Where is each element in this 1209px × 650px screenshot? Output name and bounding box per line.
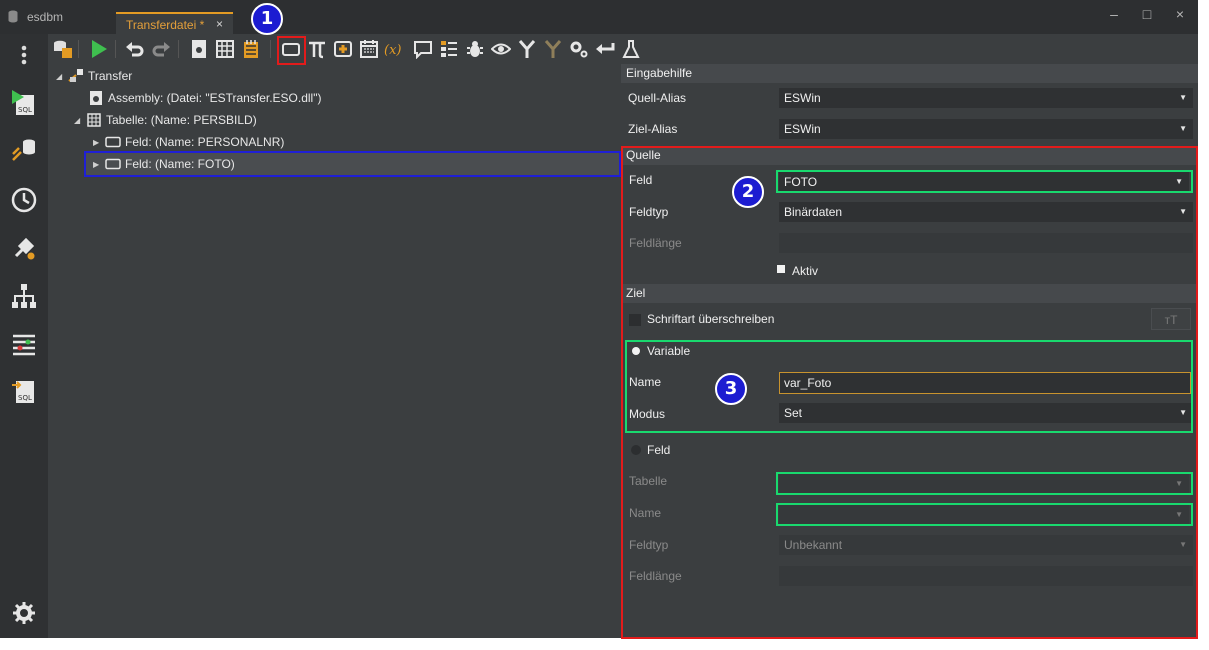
field-icon xyxy=(105,135,121,149)
redo-icon[interactable] xyxy=(150,38,172,60)
annotation-badge-2: 2 xyxy=(732,176,764,208)
undo-icon[interactable] xyxy=(124,38,146,60)
history-clock-icon[interactable] xyxy=(10,186,38,214)
tab-label: Transferdatei * xyxy=(126,18,205,32)
merge-icon[interactable] xyxy=(516,38,538,60)
expand-arrow-icon[interactable]: ▶ xyxy=(93,160,105,169)
run-icon[interactable] xyxy=(88,38,110,60)
chevron-down-icon: ▼ xyxy=(1179,124,1187,133)
assembly-icon xyxy=(88,91,104,105)
quell-alias-value: ESWin xyxy=(784,91,821,105)
expand-arrow-icon[interactable]: ◢ xyxy=(74,116,86,125)
table-icon[interactable] xyxy=(214,38,236,60)
calendar-icon[interactable] xyxy=(358,38,380,60)
ziel-alias-select[interactable]: ESWin ▼ xyxy=(779,119,1193,139)
tree-item-transfer[interactable]: ◢ Transfer xyxy=(56,66,132,86)
left-sidebar: SQL SQL xyxy=(0,34,48,638)
close-button[interactable]: × xyxy=(1168,4,1192,24)
tree-item-label: Feld: (Name: PERSONALNR) xyxy=(125,135,285,149)
eye-icon[interactable] xyxy=(490,38,512,60)
tab-transferdatei[interactable]: Transferdatei * × xyxy=(116,12,233,34)
notes-icon[interactable] xyxy=(240,38,262,60)
comment-icon[interactable] xyxy=(412,38,434,60)
gears-icon[interactable] xyxy=(568,38,590,60)
title-bar: esdbm Transferdatei * × – □ × xyxy=(0,0,1198,34)
plugin-settings-icon[interactable] xyxy=(10,234,38,262)
settings-gear-icon[interactable] xyxy=(10,599,38,627)
pi-formula-icon[interactable] xyxy=(306,38,328,60)
svg-text:SQL: SQL xyxy=(18,106,32,114)
database-transfer-icon[interactable] xyxy=(10,136,38,164)
svg-text:(x): (x) xyxy=(384,43,401,58)
minimize-button[interactable]: – xyxy=(1102,4,1126,24)
more-vertical-icon[interactable] xyxy=(10,41,38,69)
tree-item-label: Assembly: (Datei: "ESTransfer.ESO.dll") xyxy=(108,91,322,105)
sql-run-icon[interactable]: SQL xyxy=(10,89,38,117)
debug-bug-icon[interactable] xyxy=(464,38,486,60)
return-icon[interactable] xyxy=(594,38,616,60)
annotation-badge-3: 3 xyxy=(715,373,747,405)
field-icon xyxy=(105,157,121,171)
tree-item-label: Tabelle: (Name: PERSBILD) xyxy=(106,113,257,127)
sql-import-icon[interactable]: SQL xyxy=(10,377,38,405)
expand-arrow-icon[interactable]: ◢ xyxy=(56,72,68,81)
annotation-box-variable xyxy=(625,340,1193,433)
list-detail-icon[interactable] xyxy=(438,38,460,60)
app-name: esdbm xyxy=(27,10,64,24)
tab-close-icon[interactable]: × xyxy=(216,17,223,31)
expand-arrow-icon[interactable]: ▶ xyxy=(93,138,105,147)
annotation-box-name xyxy=(776,503,1193,526)
add-box-icon[interactable] xyxy=(332,38,354,60)
ziel-alias-label: Ziel-Alias xyxy=(628,122,678,136)
compare-lines-icon[interactable] xyxy=(10,330,38,358)
tree-item-assembly[interactable]: Assembly: (Datei: "ESTransfer.ESO.dll") xyxy=(76,88,321,108)
flask-test-icon[interactable] xyxy=(620,38,642,60)
section-eingabehilfe: Eingabehilfe xyxy=(621,64,1198,83)
quell-alias-label: Quell-Alias xyxy=(628,91,687,105)
annotation-box-feld xyxy=(776,170,1193,193)
svg-text:SQL: SQL xyxy=(18,394,32,402)
tree-item-tabelle[interactable]: ◢ Tabelle: (Name: PERSBILD) xyxy=(74,110,257,130)
tree-item-label: Feld: (Name: FOTO) xyxy=(125,157,235,171)
toolbar: (x) xyxy=(48,35,1198,63)
ziel-alias-value: ESWin xyxy=(784,122,821,136)
database-icon xyxy=(8,10,18,23)
merge-disabled-icon[interactable] xyxy=(542,38,564,60)
table-icon xyxy=(86,113,102,127)
hierarchy-icon[interactable] xyxy=(10,282,38,310)
transfer-icon xyxy=(68,69,84,83)
annotation-badge-1: 1 xyxy=(251,3,283,35)
quell-alias-select[interactable]: ESWin ▼ xyxy=(779,88,1193,108)
annotation-box-tabelle xyxy=(776,472,1193,495)
tree-item-feld-personalnr[interactable]: ▶ Feld: (Name: PERSONALNR) xyxy=(93,132,284,152)
tree-item-label: Transfer xyxy=(88,69,133,83)
variable-x-icon[interactable]: (x) xyxy=(384,38,406,60)
maximize-button[interactable]: □ xyxy=(1135,4,1159,24)
database-list-icon[interactable] xyxy=(52,38,74,60)
assembly-settings-icon[interactable] xyxy=(188,38,210,60)
tree-item-feld-foto[interactable]: ▶ Feld: (Name: FOTO) xyxy=(93,154,235,174)
annotation-box-1 xyxy=(277,36,306,65)
chevron-down-icon: ▼ xyxy=(1179,93,1187,102)
